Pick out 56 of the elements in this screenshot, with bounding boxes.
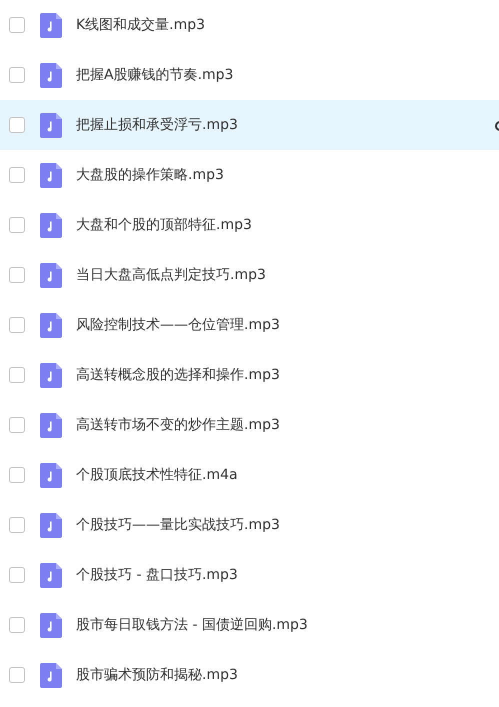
music-file-icon [40,212,62,238]
file-name: 当日大盘高低点判定技巧.mp3 [76,266,266,284]
music-file-icon [40,312,62,338]
checkbox[interactable] [9,117,25,133]
checkbox[interactable] [9,467,25,483]
music-file-icon [40,112,62,138]
file-row[interactable]: 股市每日取钱方法 - 国债逆回购.mp3 [0,600,499,650]
file-row[interactable]: K线图和成交量.mp3 [0,0,499,50]
file-name: 大盘和个股的顶部特征.mp3 [76,216,252,234]
file-name: 个股技巧——量比实战技巧.mp3 [76,516,280,534]
file-row[interactable]: 当日大盘高低点判定技巧.mp3 [0,250,499,300]
file-name: 把握止损和承受浮亏.mp3 [76,116,238,134]
file-row[interactable]: 大盘股的操作策略.mp3 [0,150,499,200]
checkbox[interactable] [9,17,25,33]
file-row[interactable]: 个股顶底技术性特征.m4a [0,450,499,500]
music-file-icon [40,612,62,638]
music-file-icon [40,662,62,688]
file-name: 高送转概念股的选择和操作.mp3 [76,366,280,384]
file-row[interactable]: 把握止损和承受浮亏.mp3 [0,100,499,150]
music-file-icon [40,12,62,38]
file-name: K线图和成交量.mp3 [76,16,206,34]
file-name: 把握A股赚钱的节奏.mp3 [76,66,234,84]
file-row[interactable]: 大盘和个股的顶部特征.mp3 [0,200,499,250]
file-name: 个股顶底技术性特征.m4a [76,466,238,484]
music-file-icon [40,462,62,488]
file-row[interactable]: 高送转市场不变的炒作主题.mp3 [0,400,499,450]
music-file-icon [40,562,62,588]
file-name: 风险控制技术——仓位管理.mp3 [76,316,280,334]
checkbox[interactable] [9,517,25,533]
file-row[interactable]: 风险控制技术——仓位管理.mp3 [0,300,499,350]
file-row[interactable]: 个股技巧 - 盘口技巧.mp3 [0,550,499,600]
file-name: 大盘股的操作策略.mp3 [76,166,224,184]
file-row[interactable]: 把握A股赚钱的节奏.mp3 [0,50,499,100]
checkbox[interactable] [9,317,25,333]
checkbox[interactable] [9,267,25,283]
file-row[interactable]: 高送转概念股的选择和操作.mp3 [0,350,499,400]
file-name: 个股技巧 - 盘口技巧.mp3 [76,566,238,584]
music-file-icon [40,262,62,288]
music-file-icon [40,512,62,538]
music-file-icon [40,362,62,388]
file-row[interactable]: 个股技巧——量比实战技巧.mp3 [0,500,499,550]
music-file-icon [40,412,62,438]
file-row[interactable]: 股市骗术预防和揭秘.mp3 [0,650,499,700]
file-name: 股市骗术预防和揭秘.mp3 [76,666,238,684]
checkbox[interactable] [9,67,25,83]
music-file-icon [40,62,62,88]
checkbox[interactable] [9,667,25,683]
checkbox[interactable] [9,417,25,433]
file-name: 股市每日取钱方法 - 国债逆回购.mp3 [76,616,308,634]
music-file-icon [40,162,62,188]
checkbox[interactable] [9,567,25,583]
file-name: 高送转市场不变的炒作主题.mp3 [76,416,280,434]
checkbox[interactable] [9,167,25,183]
checkbox[interactable] [9,217,25,233]
checkbox[interactable] [9,617,25,633]
checkbox[interactable] [9,367,25,383]
